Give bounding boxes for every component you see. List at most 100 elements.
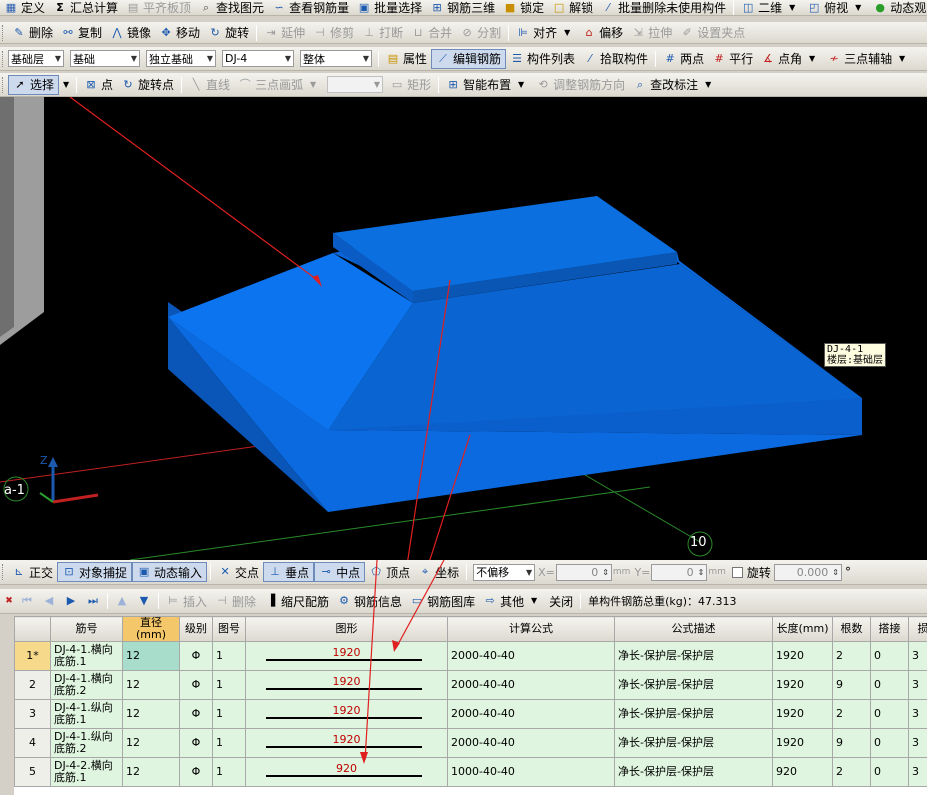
prev-record-button[interactable]: ◀ [38,591,60,611]
menu-dynamic-view[interactable]: ● 动态观 [869,1,927,16]
row-number[interactable]: 1* [14,641,51,671]
stretch-button[interactable]: ⇲ 拉伸 [627,23,676,43]
cell-formula-desc[interactable]: 净长-保护层-保护层 [614,757,773,787]
menu-flush-top[interactable]: ▤ 平齐板顶 [122,1,195,16]
cell-rebar-no[interactable]: DJ-4-1.纵向底筋.2 [50,728,123,758]
table-row[interactable]: 3 DJ-4-1.纵向底筋.1 12 Φ 1 1920 2000-40-40 净… [14,699,927,729]
insert-row-button[interactable]: ⊨ 插入 [162,591,211,611]
offset-button[interactable]: ⌂ 偏移 [578,23,627,43]
menu-find-element[interactable]: ⌕ 查找图元 [195,1,268,16]
cell-figure-no[interactable]: 1 [212,641,246,671]
col-header-loss[interactable]: 损耗 [908,616,927,642]
rotate-checkbox[interactable] [731,566,743,578]
move-up-button[interactable]: ▲ [111,591,133,611]
menu-summary-calc[interactable]: Σ 汇总计算 [49,1,122,16]
cell-count[interactable]: 9 [832,670,871,700]
trim-button[interactable]: ⊣ 修剪 [309,23,358,43]
point-button[interactable]: ⊠ 点 [80,75,117,95]
cell-grade[interactable]: Φ [179,641,213,671]
next-record-button[interactable]: ▶ [60,591,82,611]
first-record-button[interactable]: ⏮ [16,591,38,611]
cell-diameter[interactable]: 12 [122,728,180,758]
grip-points-button[interactable]: ✐ 设置夹点 [676,23,749,43]
cell-lap[interactable]: 0 [870,670,909,700]
col-header-length[interactable]: 长度(mm) [772,616,833,642]
delete-row-button[interactable]: ⊣ 删除 [211,591,260,611]
menu-top-view[interactable]: ◰ 俯视 ▼ [803,1,869,16]
cell-length[interactable]: 1920 [772,699,833,729]
cell-grade[interactable]: Φ [179,699,213,729]
rotate-input[interactable]: 0.000 ⇕ [773,563,842,581]
copy-button[interactable]: ⚯ 复制 [57,23,106,43]
break-button[interactable]: ⊥ 打断 [358,23,407,43]
cell-diameter[interactable]: 12 [122,641,180,671]
other-menu-button[interactable]: ⇨ 其他 ▼ [479,591,545,611]
cell-loss[interactable]: 3 [908,757,927,787]
menu-lock[interactable]: ■ 锁定 [499,1,548,16]
cell-formula-desc[interactable]: 净长-保护层-保护层 [614,670,773,700]
cell-count[interactable]: 2 [832,757,871,787]
cell-formula[interactable]: 2000-40-40 [447,670,615,700]
col-header-shape[interactable]: 图形 [245,616,448,642]
cell-lap[interactable]: 0 [870,728,909,758]
table-row[interactable]: 5 DJ-4-2.横向底筋.1 12 Φ 1 920 1000-40-40 净长… [14,757,927,787]
cell-diameter[interactable]: 12 [122,699,180,729]
row-number[interactable]: 5 [14,757,51,787]
cell-diameter[interactable]: 12 [122,757,180,787]
col-header-diameter[interactable]: 直径(mm) [122,616,180,642]
row-number[interactable]: 3 [14,699,51,729]
cell-rebar-no[interactable]: DJ-4-2.横向底筋.1 [50,757,123,787]
rotate-button[interactable]: ↻ 旋转 [204,23,253,43]
cell-length[interactable]: 920 [772,757,833,787]
move-button[interactable]: ✥ 移动 [155,23,204,43]
coordinate-toggle[interactable]: ⌖ 坐标 [414,562,463,582]
delete-button[interactable]: ✎ 删除 [8,23,57,43]
component-list-button[interactable]: ☰ 构件列表 [506,49,579,69]
intersection-toggle[interactable]: ✕ 交点 [214,562,263,582]
spinner-icon[interactable]: ⇕ [698,568,705,577]
move-down-button[interactable]: ▼ [133,591,155,611]
cell-formula[interactable]: 1000-40-40 [447,757,615,787]
line-button[interactable]: ╲ 直线 [185,75,234,95]
spinner-icon[interactable]: ⇕ [602,568,609,577]
mirror-button[interactable]: ⋀ 镜像 [106,23,155,43]
close-panel-icon[interactable]: ✖ [2,594,16,608]
rect-button[interactable]: ▭ 矩形 [386,75,435,95]
cell-shape[interactable]: 920 [245,757,448,787]
x-input[interactable]: 0 ⇕ [555,563,612,581]
cell-loss[interactable]: 3 [908,728,927,758]
edit-rebar-button[interactable]: ⟋ 编辑钢筋 [431,48,507,69]
cell-lap[interactable]: 0 [870,641,909,671]
col-header-formula-desc[interactable]: 公式描述 [614,616,773,642]
3d-viewport[interactable]: a-1 10 Z DJ-4-1 楼层:基础层 [0,97,927,560]
check-annotation-button[interactable]: ⌕ 查改标注 ▼ [629,75,719,95]
cell-length[interactable]: 1920 [772,641,833,671]
toolbar-grip[interactable] [2,50,5,67]
vertex-toggle[interactable]: ⬠ 顶点 [365,562,414,582]
cell-length[interactable]: 1920 [772,670,833,700]
cell-shape[interactable]: 1920 [245,670,448,700]
ortho-toggle[interactable]: ⊾ 正交 [8,562,57,582]
cell-shape[interactable]: 1920 [245,728,448,758]
cell-lap[interactable]: 0 [870,699,909,729]
menu-unlock[interactable]: □ 解锁 [548,1,597,16]
parallel-button[interactable]: # 平行 [708,49,757,69]
table-row[interactable]: 2 DJ-4-1.横向底筋.2 12 Φ 1 1920 2000-40-40 净… [14,670,927,700]
category-select[interactable]: 基础 ▼ [70,50,140,67]
cell-figure-no[interactable]: 1 [212,699,246,729]
arc-button[interactable]: ⌒ 三点画弧 ▼ [234,75,324,95]
menu-define[interactable]: ▦ 定义 [0,1,49,16]
scale-rebar-button[interactable]: ▐ 缩尺配筋 [260,591,333,611]
rebar-library-button[interactable]: ▭ 钢筋图库 [406,591,479,611]
close-button[interactable]: 关闭 [545,591,577,611]
type-select[interactable]: 独立基础 ▼ [146,50,216,67]
cell-formula-desc[interactable]: 净长-保护层-保护层 [614,641,773,671]
col-header-grade[interactable]: 级别 [179,616,213,642]
cell-shape[interactable]: 1920 [245,699,448,729]
cell-rebar-no[interactable]: DJ-4-1.横向底筋.2 [50,670,123,700]
col-header-lap[interactable]: 搭接 [870,616,909,642]
cell-count[interactable]: 2 [832,641,871,671]
cell-shape[interactable]: 1920 [245,641,448,671]
toolbar-grip[interactable] [2,76,5,93]
cell-formula-desc[interactable]: 净长-保护层-保护层 [614,699,773,729]
